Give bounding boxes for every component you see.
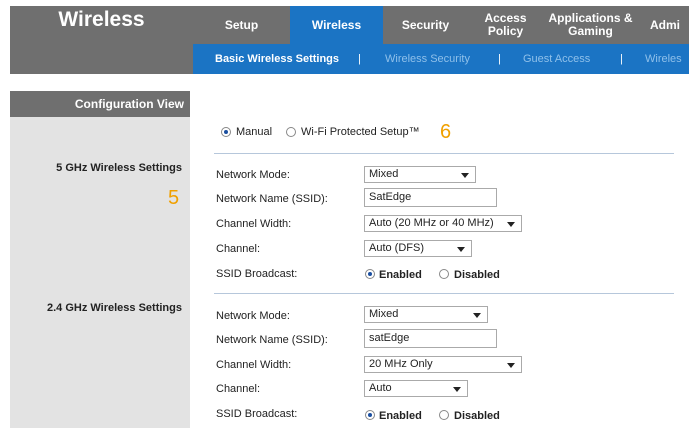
label-ssid-24ghz: Network Name (SSID):: [216, 334, 328, 346]
subnav-basic-wireless-settings[interactable]: Basic Wireless Settings: [215, 53, 339, 65]
divider: [214, 293, 674, 294]
tab-access-policy-label: Access Policy: [484, 11, 527, 38]
ssid-broadcast-enabled-radio-24ghz[interactable]: [365, 410, 375, 420]
network-mode-select-5ghz[interactable]: Mixed: [364, 166, 476, 183]
tab-setup[interactable]: Setup: [193, 6, 290, 44]
subnav-guest-access[interactable]: Guest Access: [523, 53, 590, 65]
channel-width-select-5ghz[interactable]: Auto (20 MHz or 40 MHz): [364, 215, 522, 232]
chevron-down-icon: [473, 313, 481, 318]
tab-administration[interactable]: Admi: [638, 6, 689, 44]
chevron-down-icon: [453, 387, 461, 392]
network-mode-value-5ghz: Mixed: [369, 168, 399, 180]
ssid-broadcast-disabled-radio-24ghz[interactable]: [439, 410, 449, 420]
chevron-down-icon: [507, 363, 515, 368]
subnav-wireless-more[interactable]: Wireles: [645, 53, 682, 65]
section-label-24ghz: 2.4 GHz Wireless Settings: [46, 302, 182, 314]
page-title: Wireless: [58, 8, 145, 31]
section-label-5ghz: 5 GHz Wireless Settings: [56, 162, 182, 174]
top-nav: Setup Wireless Security Access Policy Ap…: [193, 6, 689, 44]
subnav-wireless-security[interactable]: Wireless Security: [385, 53, 470, 65]
subnav-separator: |: [620, 53, 623, 65]
ssid-broadcast-enabled-radio-5ghz[interactable]: [365, 269, 375, 279]
label-ssid-broadcast-5ghz: SSID Broadcast:: [216, 268, 298, 280]
label-network-mode-5ghz: Network Mode:: [216, 169, 290, 181]
sub-nav: Basic Wireless Settings | Wireless Secur…: [193, 44, 689, 74]
chevron-down-icon: [457, 247, 465, 252]
ssid-broadcast-enabled-label-5ghz: Enabled: [379, 269, 422, 281]
ssid-broadcast-disabled-label-24ghz: Disabled: [454, 410, 500, 422]
channel-value-5ghz: Auto (DFS): [369, 242, 425, 254]
channel-width-value-5ghz: Auto (20 MHz or 40 MHz): [369, 217, 494, 229]
channel-value-24ghz: Auto: [369, 382, 392, 394]
network-mode-select-24ghz[interactable]: Mixed: [364, 306, 488, 323]
manual-radio[interactable]: [221, 127, 231, 137]
network-mode-value-24ghz: Mixed: [369, 308, 399, 320]
channel-width-value-24ghz: 20 MHz Only: [369, 358, 433, 370]
manual-label: Manual: [236, 126, 273, 138]
ssid-broadcast-enabled-label-24ghz: Enabled: [379, 410, 422, 422]
label-channel-24ghz: Channel:: [216, 383, 261, 395]
tab-wireless[interactable]: Wireless: [290, 6, 383, 44]
label-ssid-5ghz: Network Name (SSID):: [216, 193, 328, 205]
tab-applications-gaming[interactable]: Applications & Gaming: [543, 6, 638, 44]
ssid-broadcast-disabled-label-5ghz: Disabled: [454, 269, 500, 281]
channel-width-select-24ghz[interactable]: 20 MHz Only: [364, 356, 522, 373]
tab-access-policy[interactable]: Access Policy: [468, 6, 543, 44]
label-channel-width-24ghz: Channel Width:: [216, 359, 292, 371]
label-network-mode-24ghz: Network Mode:: [216, 310, 290, 322]
chevron-down-icon: [507, 222, 515, 227]
subnav-separator: |: [358, 53, 361, 65]
ssid-broadcast-disabled-radio-5ghz[interactable]: [439, 269, 449, 279]
channel-select-5ghz[interactable]: Auto (DFS): [364, 240, 472, 257]
label-channel-5ghz: Channel:: [216, 243, 261, 255]
channel-select-24ghz[interactable]: Auto: [364, 380, 468, 397]
wps-radio[interactable]: [286, 127, 296, 137]
header-lower-band: [10, 44, 193, 74]
label-ssid-broadcast-24ghz: SSID Broadcast:: [216, 408, 298, 420]
wps-label: Wi-Fi Protected Setup™: [301, 126, 420, 138]
tab-applications-gaming-label: Applications & Gaming: [548, 11, 633, 38]
ssid-input-24ghz[interactable]: satEdge: [364, 329, 497, 348]
tab-security[interactable]: Security: [383, 6, 468, 44]
label-channel-width-5ghz: Channel Width:: [216, 218, 292, 230]
configuration-view-bar: Configuration View: [10, 91, 190, 117]
annotation-badge-5: 5: [168, 187, 180, 209]
subnav-separator: |: [498, 53, 501, 65]
chevron-down-icon: [461, 173, 469, 178]
ssid-input-5ghz[interactable]: SatEdge: [364, 188, 497, 207]
divider: [214, 153, 674, 154]
annotation-badge-6: 6: [440, 121, 452, 143]
